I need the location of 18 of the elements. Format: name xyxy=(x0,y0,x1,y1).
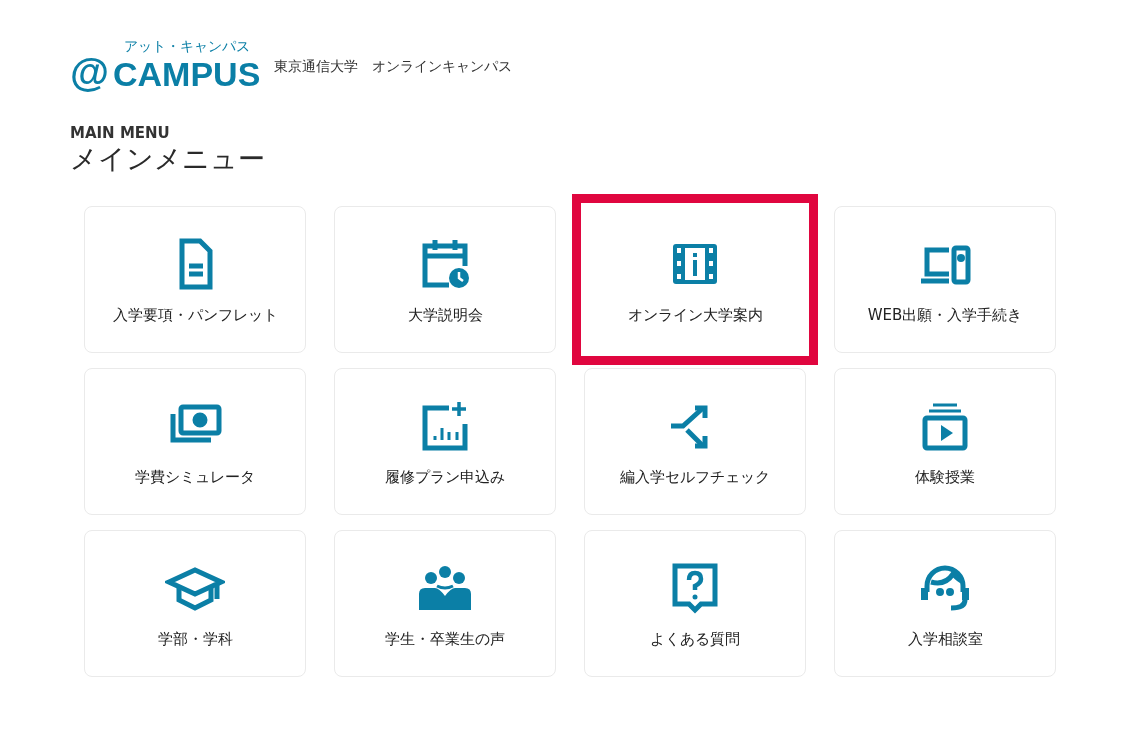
menu-card[interactable]: WEB出願・入学手続き xyxy=(834,206,1056,353)
menu-card[interactable]: 入学相談室 xyxy=(834,530,1056,677)
menu-card[interactable]: オンライン大学案内 xyxy=(572,194,818,365)
menu-card[interactable]: 編入学セルフチェック xyxy=(584,368,806,515)
menu-card[interactable]: 学費シミュレータ xyxy=(84,368,306,515)
menu-card[interactable]: 大学説明会 xyxy=(334,206,556,353)
menu-title: メインメニュー xyxy=(70,142,266,176)
logo-ruby-text: アット・キャンパス xyxy=(124,38,251,54)
logo-at-mark: @ xyxy=(70,54,109,90)
menu-subtitle: MAIN MENU xyxy=(70,124,171,142)
site-name: 東京通信大学 オンラインキャンパス xyxy=(274,58,513,76)
menu-card[interactable]: 体験授業 xyxy=(834,368,1056,515)
menu-card[interactable]: よくある質問 xyxy=(584,530,806,677)
menu-card[interactable]: 入学要項・パンフレット xyxy=(84,206,306,353)
menu-card[interactable]: 学部・学科 xyxy=(84,530,306,677)
menu-card[interactable]: 履修プラン申込み xyxy=(334,368,556,515)
menu-card[interactable]: 学生・卒業生の声 xyxy=(334,530,556,677)
logo-text: CAMPUS xyxy=(113,56,261,92)
